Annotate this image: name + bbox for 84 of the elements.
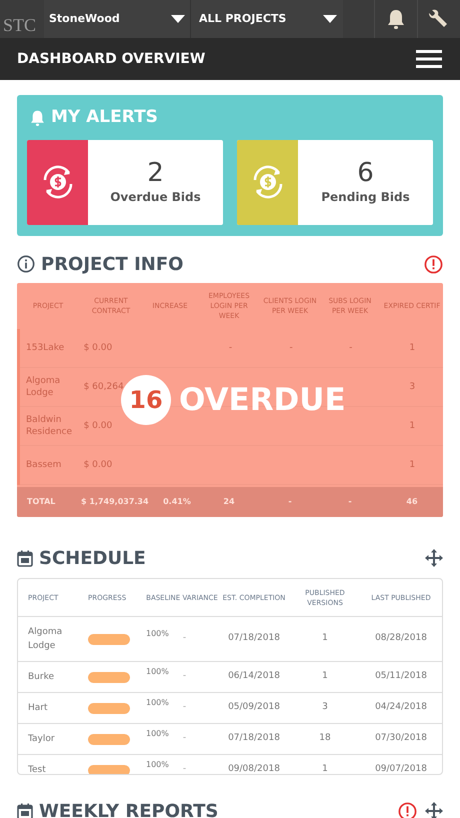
table-cell-text: 1	[321, 632, 329, 646]
total-cell-text: 0.41%	[162, 496, 192, 508]
progress-bar	[88, 764, 130, 774]
table-cell-text: 07/30/2018	[374, 732, 428, 746]
table-cell-text: 07/18/2018	[227, 632, 281, 646]
alert-count: 2	[147, 158, 164, 188]
page-title: DASHBOARD OVERVIEW	[17, 50, 206, 68]
table-cell-text: 153Lake	[25, 342, 66, 354]
alert-label: Pending Bids	[321, 189, 410, 206]
project-dropdown[interactable]: ALL PROJECTS	[190, 0, 343, 38]
total-cell-text: 46	[405, 496, 419, 508]
table-cell-text: Algoma Lodge	[27, 626, 64, 653]
alert-card[interactable]: 2 Overdue Bids	[27, 140, 223, 224]
overdue-label: OVERDUE	[179, 380, 346, 420]
table-cell-text: Baldwin Residence	[25, 414, 74, 438]
table-cell-text: 09/07/2018	[374, 763, 428, 774]
progress-bar	[88, 634, 130, 644]
alert-label: Overdue Bids	[110, 189, 201, 206]
panel-title: MY ALERTS	[51, 106, 158, 129]
table-cell-text: -	[182, 701, 186, 714]
table-cell-text: -	[228, 342, 234, 354]
table-cell-text: 06/14/2018	[227, 670, 281, 684]
percent-text: 100%	[146, 728, 169, 740]
table-cell-text: 05/09/2018	[227, 701, 281, 714]
move-icon[interactable]	[425, 802, 443, 818]
bell-icon[interactable]	[387, 9, 405, 29]
percent-text: 100%	[146, 697, 169, 710]
total-cell-text: 24	[222, 496, 236, 508]
table-cell-text: -	[182, 632, 186, 646]
calendar-icon	[17, 802, 33, 818]
table-cell-text: 3	[321, 701, 329, 714]
section-title: WEEKLY REPORTS	[39, 800, 218, 818]
total-cell-text: TOTAL	[26, 496, 56, 508]
percent-text: 100%	[146, 628, 169, 640]
total-cell-text: $ 1,749,037.34	[80, 496, 150, 508]
table-cell: -	[182, 763, 186, 774]
table-cell-text: Burke	[27, 671, 56, 684]
table-cell-text: 3	[408, 381, 416, 393]
section-title: PROJECT INFO	[41, 252, 184, 276]
table-cell-text: $ 0.00	[82, 342, 114, 354]
table-cell-text: Hart	[27, 702, 49, 715]
table-cell-text: Taylor	[27, 733, 56, 746]
table-cell-text: 1	[321, 763, 329, 774]
table-cell-text: -	[288, 342, 294, 354]
warning-icon[interactable]	[398, 802, 417, 818]
table-cell-text: 07/18/2018	[227, 732, 281, 746]
table-cell-text: Algoma Lodge	[25, 375, 62, 399]
caret-icon	[323, 15, 337, 23]
table-cell-text: 08/28/2018	[374, 632, 428, 646]
table-cell-text: -	[182, 670, 186, 684]
warning-icon[interactable]	[424, 254, 443, 274]
bell-icon	[30, 110, 45, 126]
logo: STC	[2, 14, 38, 37]
total-cell-text: -	[287, 496, 293, 508]
section-title: SCHEDULE	[39, 546, 146, 570]
table-cell-text: 1	[321, 670, 329, 684]
table-cell-text: -	[182, 732, 186, 746]
caret-icon	[171, 15, 185, 23]
table-cell-text: $ 0.00	[82, 459, 114, 471]
table-cell-text: 1	[408, 420, 416, 432]
total-cell-text: -	[347, 496, 353, 508]
info-icon	[17, 255, 35, 273]
table-cell-text: $ 0.00	[82, 420, 114, 432]
table-cell-text: 18	[318, 732, 332, 746]
alert-count: 6	[357, 158, 374, 188]
progress-bar	[88, 702, 130, 714]
wrench-icon[interactable]	[429, 9, 449, 29]
table-cell-text: 05/11/2018	[374, 670, 428, 684]
percent-text: 100%	[146, 759, 169, 772]
table-cell-text: 1	[408, 459, 416, 471]
table-cell-text: -	[348, 342, 354, 354]
percent-text: 100%	[146, 666, 169, 678]
table-cell-text: 09/08/2018	[227, 763, 281, 774]
menu-icon[interactable]	[416, 49, 442, 69]
table-cell-text: 1	[408, 342, 416, 354]
table-cell-text: Test	[27, 764, 47, 774]
move-icon[interactable]	[425, 549, 443, 567]
progress-bar	[88, 672, 130, 682]
calendar-icon	[17, 550, 33, 566]
progress-bar	[88, 734, 130, 744]
company-dropdown[interactable]: StoneWood	[44, 0, 190, 38]
alert-card[interactable]: 6 Pending Bids	[237, 140, 433, 224]
table-cell-text: Bassem	[25, 459, 62, 471]
table-cell-text: 04/24/2018	[374, 701, 428, 714]
